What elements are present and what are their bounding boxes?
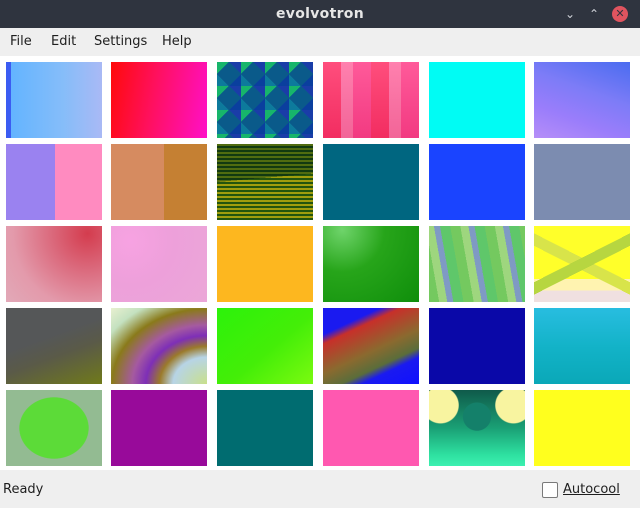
- image-cell-r1c4[interactable]: [323, 62, 419, 138]
- minimize-icon[interactable]: ⌄: [562, 6, 578, 22]
- menu-bar: File Edit Settings Help: [0, 28, 640, 56]
- image-cell-r2c3[interactable]: [217, 144, 313, 220]
- autocool-label[interactable]: Autocool: [563, 482, 620, 497]
- image-cell-r1c6[interactable]: [534, 62, 630, 138]
- image-cell-r5c3[interactable]: [217, 390, 313, 466]
- menu-file[interactable]: File: [10, 28, 32, 56]
- image-cell-r2c1[interactable]: [6, 144, 102, 220]
- status-text: Ready: [3, 482, 44, 497]
- close-icon[interactable]: ✕: [612, 6, 628, 22]
- image-cell-r5c5[interactable]: [429, 390, 525, 466]
- image-cell-r4c6[interactable]: [534, 308, 630, 384]
- title-bar: evolvotron ⌄ ⌃ ✕: [0, 0, 640, 28]
- image-cell-r3c1[interactable]: [6, 226, 102, 302]
- menu-settings[interactable]: Settings: [94, 28, 147, 56]
- image-cell-r1c5[interactable]: [429, 62, 525, 138]
- image-cell-r1c1[interactable]: [6, 62, 102, 138]
- image-cell-r5c2[interactable]: [111, 390, 207, 466]
- image-cell-r5c6[interactable]: [534, 390, 630, 466]
- image-cell-r3c3[interactable]: [217, 226, 313, 302]
- image-cell-r4c2[interactable]: [111, 308, 207, 384]
- image-cell-r1c2[interactable]: [111, 62, 207, 138]
- window-title: evolvotron: [276, 6, 364, 22]
- image-cell-r5c1[interactable]: [6, 390, 102, 466]
- image-cell-r3c2[interactable]: [111, 226, 207, 302]
- image-cell-r3c4[interactable]: [323, 226, 419, 302]
- image-cell-r2c6[interactable]: [534, 144, 630, 220]
- image-cell-r4c5[interactable]: [429, 308, 525, 384]
- image-cell-r4c3[interactable]: [217, 308, 313, 384]
- menu-edit[interactable]: Edit: [51, 28, 76, 56]
- image-cell-r2c2[interactable]: [111, 144, 207, 220]
- image-cell-r4c4[interactable]: [323, 308, 419, 384]
- menu-help[interactable]: Help: [162, 28, 192, 56]
- image-cell-r2c5[interactable]: [429, 144, 525, 220]
- autocool-checkbox[interactable]: [542, 482, 558, 498]
- image-cell-r3c5[interactable]: [429, 226, 525, 302]
- image-cell-r2c4[interactable]: [323, 144, 419, 220]
- maximize-icon[interactable]: ⌃: [586, 6, 602, 22]
- image-cell-r1c3[interactable]: [217, 62, 313, 138]
- image-cell-r3c6[interactable]: [534, 226, 630, 302]
- image-cell-r5c4[interactable]: [323, 390, 419, 466]
- image-grid: [0, 56, 640, 470]
- image-cell-r4c1[interactable]: [6, 308, 102, 384]
